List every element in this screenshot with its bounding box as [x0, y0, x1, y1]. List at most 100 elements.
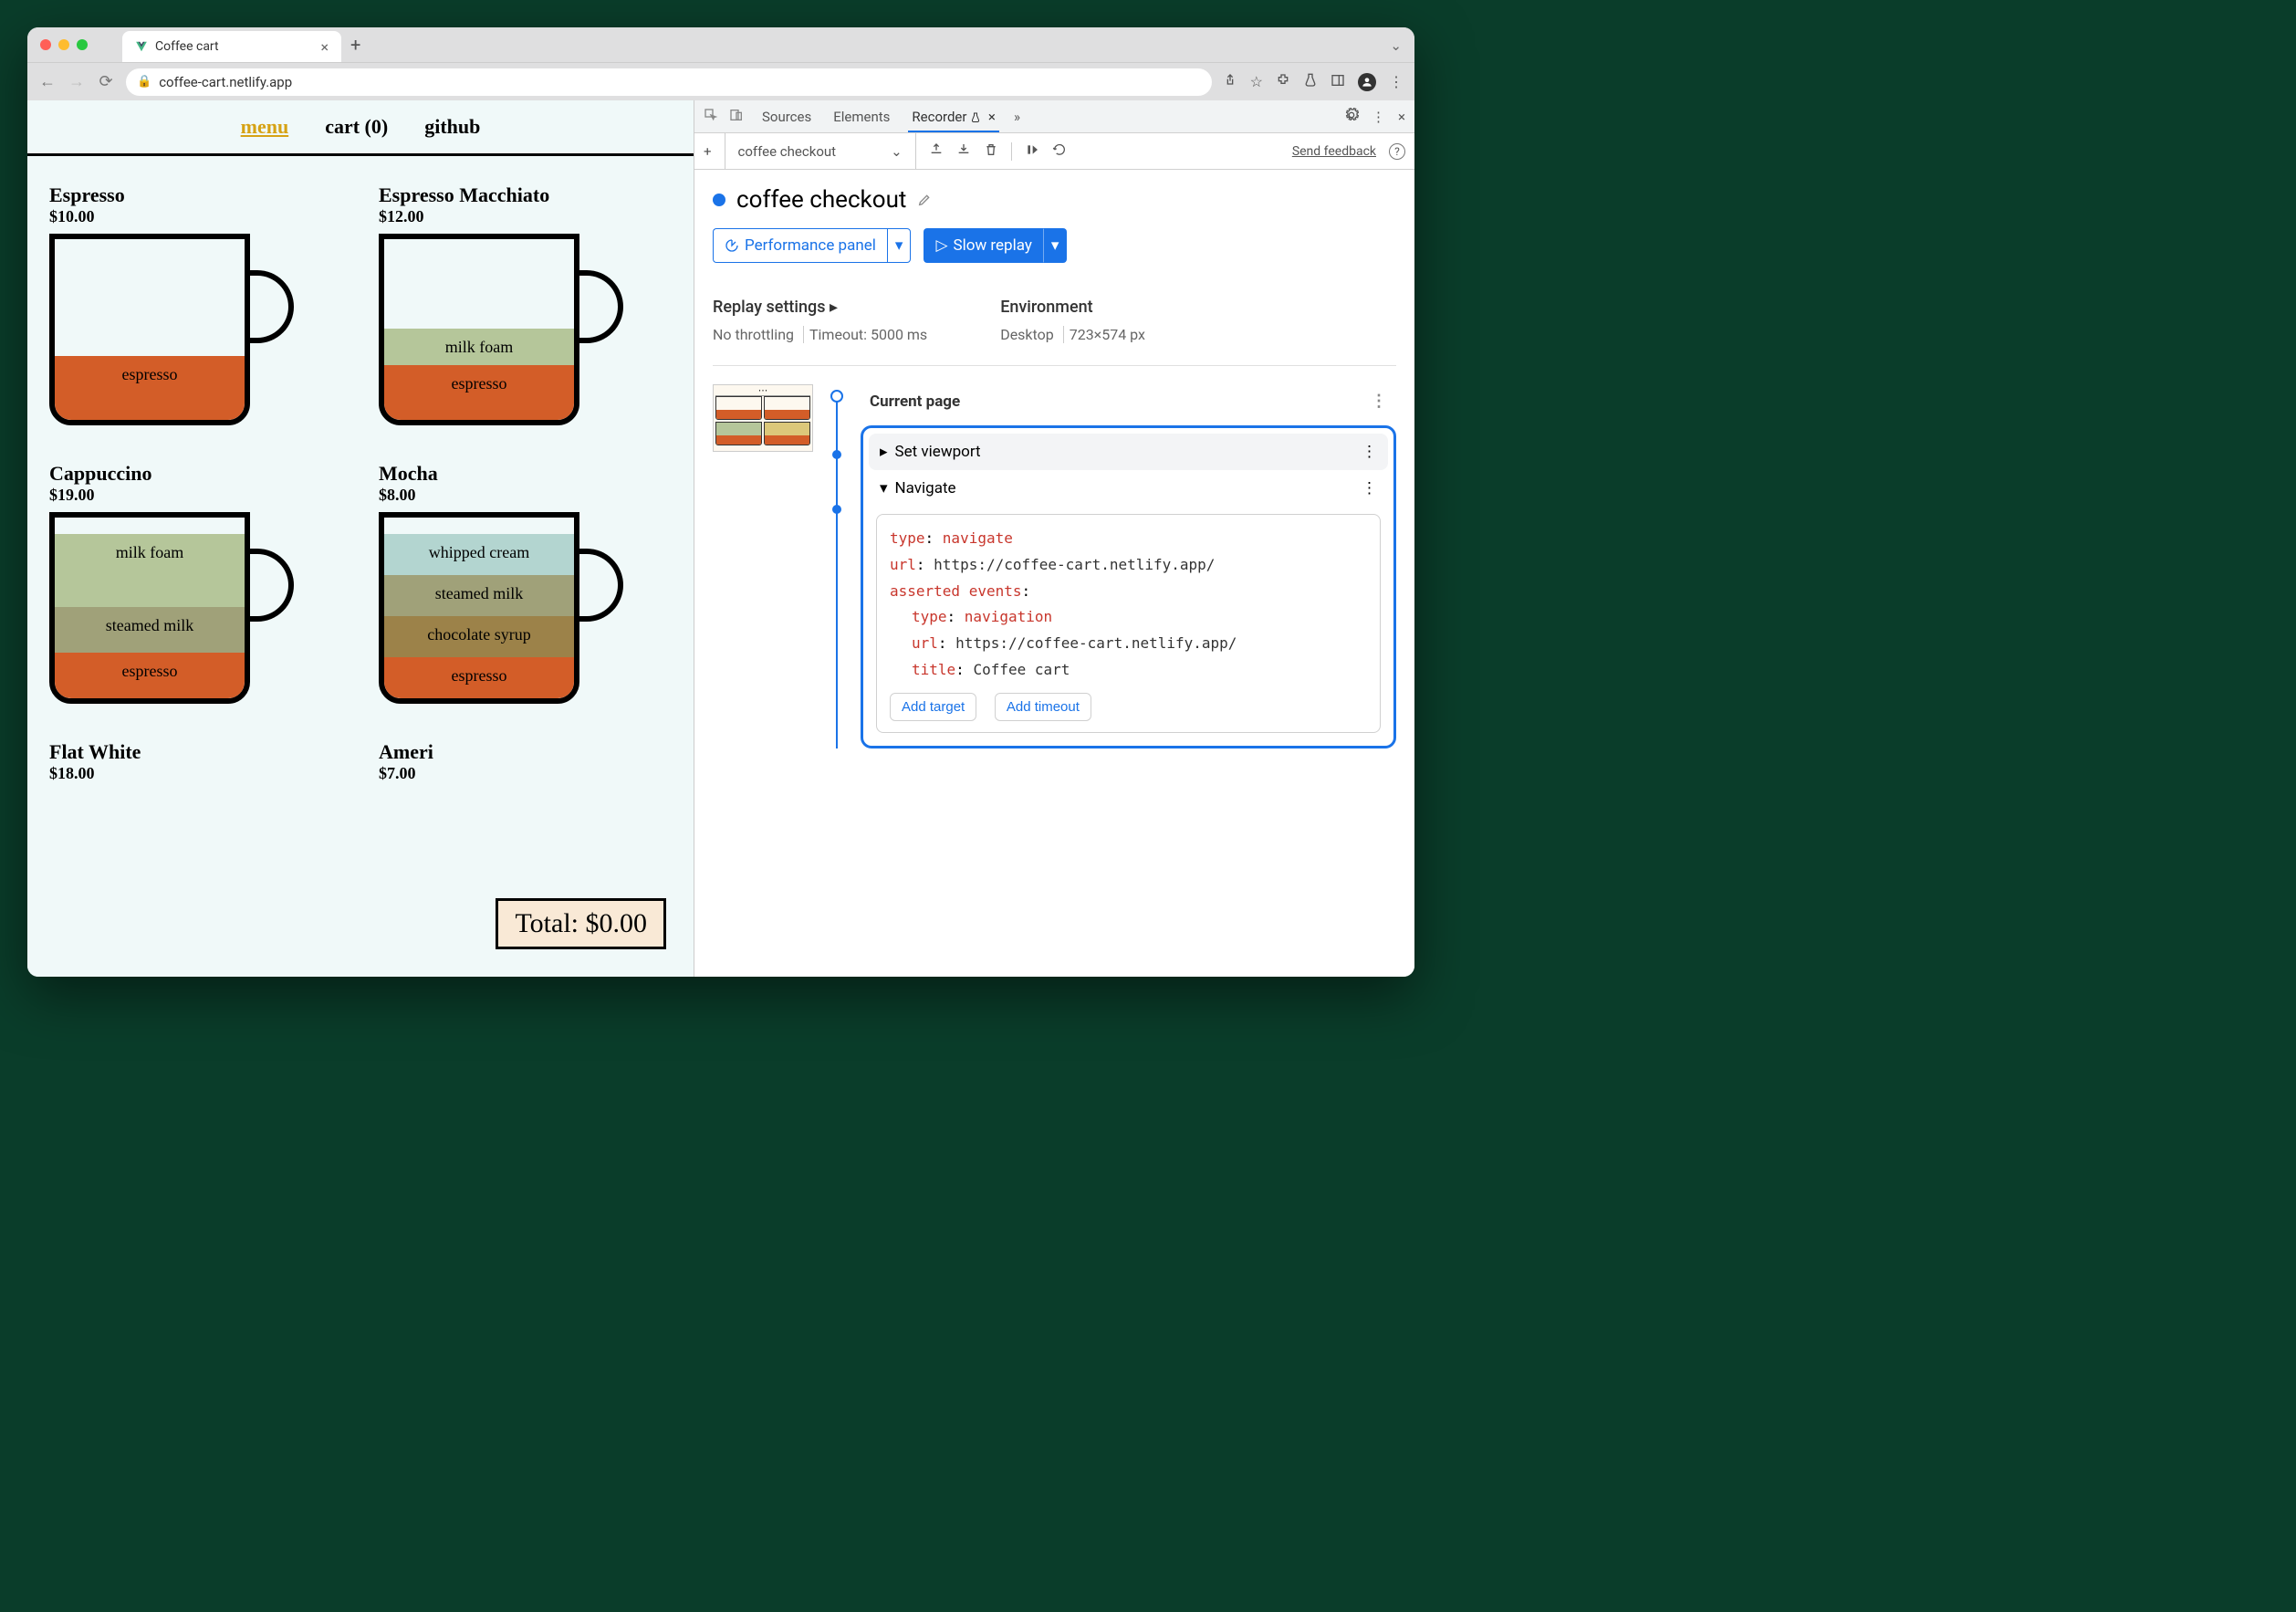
product-price: $10.00 — [49, 207, 342, 226]
product-name: Espresso — [49, 183, 342, 207]
devtools-menu-icon[interactable]: ⋮ — [1372, 109, 1385, 125]
nav-cart[interactable]: cart (0) — [325, 115, 388, 139]
sidepanel-icon[interactable] — [1331, 73, 1345, 91]
close-tab-icon[interactable]: × — [320, 38, 329, 56]
url-input[interactable]: 🔒 coffee-cart.netlify.app — [126, 68, 1212, 96]
inspect-icon[interactable] — [704, 108, 718, 126]
env-device: Desktop — [1000, 326, 1054, 343]
nav-menu[interactable]: menu — [241, 115, 289, 139]
page-content: menu cart (0) github Espresso $10.00 esp… — [27, 100, 694, 977]
product-espresso[interactable]: Espresso $10.00 espresso — [49, 183, 342, 434]
product-price: $18.00 — [49, 764, 342, 783]
minimize-window-button[interactable] — [58, 39, 69, 50]
product-price: $7.00 — [379, 764, 672, 783]
layer-steamed: steamed milk — [384, 575, 574, 616]
recorder-toolbar: + coffee checkout ⌄ Send feedback ? — [694, 133, 1414, 170]
maximize-window-button[interactable] — [77, 39, 88, 50]
status-dot-icon — [713, 194, 725, 206]
tabs-dropdown-icon[interactable]: ⌄ — [1390, 37, 1402, 54]
timeline — [828, 384, 846, 748]
export-icon[interactable] — [929, 142, 944, 161]
delete-icon[interactable] — [984, 142, 998, 161]
product-americano[interactable]: Ameri $7.00 — [379, 740, 672, 790]
new-recording-icon[interactable]: + — [704, 143, 712, 160]
browser-tab[interactable]: Coffee cart × — [122, 31, 341, 62]
recording-title-text: coffee checkout — [736, 186, 906, 214]
step-menu-icon[interactable]: ⋮ — [1362, 443, 1377, 461]
product-price: $19.00 — [49, 486, 342, 505]
step-set-viewport[interactable]: ▸ Set viewport ⋮ — [869, 434, 1388, 470]
tab-recorder[interactable]: Recorder × — [908, 109, 999, 132]
layer-espresso: espresso — [384, 657, 574, 698]
profile-avatar[interactable] — [1358, 73, 1376, 91]
product-flatwhite[interactable]: Flat White $18.00 — [49, 740, 342, 790]
chrome-menu-icon[interactable]: ⋮ — [1389, 73, 1404, 90]
devtools-panel: Sources Elements Recorder × » ⋮ × + coff… — [694, 100, 1414, 977]
performance-panel-button[interactable]: Performance panel ▾ — [713, 228, 911, 263]
more-tabs-icon[interactable]: » — [1014, 109, 1020, 125]
edit-title-icon[interactable] — [917, 186, 932, 214]
perf-dropdown-icon[interactable]: ▾ — [887, 228, 912, 263]
step-navigate[interactable]: ▾ Navigate ⋮ — [869, 470, 1388, 507]
layer-milkfoam: milk foam — [384, 329, 574, 365]
layer-espresso: espresso — [384, 365, 574, 420]
chevron-down-icon: ⌄ — [891, 143, 903, 160]
back-button[interactable]: ← — [38, 72, 57, 91]
devtools-tabs: Sources Elements Recorder × » ⋮ × — [694, 100, 1414, 133]
add-timeout-button[interactable]: Add timeout — [995, 693, 1091, 721]
bookmark-icon[interactable]: ☆ — [1250, 73, 1263, 90]
replay-settings-header[interactable]: Replay settings ▸ — [713, 298, 927, 317]
env-size: 723×574 px — [1070, 326, 1145, 343]
recording-name: coffee checkout — [738, 143, 837, 160]
step-current-page[interactable]: Current page ⋮ — [861, 384, 1396, 418]
layer-steamed: steamed milk — [55, 607, 245, 653]
cart-total[interactable]: Total: $0.00 — [496, 898, 666, 949]
browser-window: Coffee cart × + ⌄ ← → ⟳ 🔒 coffee-cart.ne… — [27, 27, 1414, 977]
url-text: coffee-cart.netlify.app — [159, 74, 292, 90]
step-over-icon[interactable] — [1025, 142, 1039, 161]
share-icon[interactable] — [1223, 73, 1237, 91]
settings-gear-icon[interactable] — [1344, 108, 1359, 126]
tab-sources[interactable]: Sources — [758, 109, 815, 125]
new-tab-button[interactable]: + — [350, 34, 360, 56]
layer-milkfoam: milk foam — [55, 534, 245, 607]
product-name: Flat White — [49, 740, 342, 764]
send-feedback-link[interactable]: Send feedback — [1292, 144, 1376, 159]
replay-dropdown-icon[interactable]: ▾ — [1043, 228, 1068, 263]
step-menu-icon[interactable]: ⋮ — [1362, 479, 1377, 497]
product-mocha[interactable]: Mocha $8.00 whipped cream steamed milk c… — [379, 462, 672, 713]
add-target-button[interactable]: Add target — [890, 693, 976, 721]
recording-title: coffee checkout — [713, 186, 1396, 214]
device-toggle-icon[interactable] — [729, 108, 744, 126]
product-name: Cappuccino — [49, 462, 342, 486]
throttling-value: No throttling — [713, 326, 794, 343]
reload-button[interactable]: ⟳ — [97, 72, 115, 91]
step-thumbnail[interactable]: • • • — [713, 384, 813, 452]
collapse-icon: ▾ — [880, 479, 888, 497]
tab-elements[interactable]: Elements — [830, 109, 893, 125]
expand-icon: ▸ — [880, 443, 888, 461]
labs-icon[interactable] — [1303, 73, 1318, 91]
close-recorder-icon[interactable]: × — [988, 109, 996, 125]
layer-whipped: whipped cream — [384, 534, 574, 575]
slow-replay-button[interactable]: ▷Slow replay ▾ — [924, 228, 1067, 263]
import-icon[interactable] — [956, 142, 971, 161]
help-icon[interactable]: ? — [1389, 143, 1405, 160]
close-devtools-icon[interactable]: × — [1398, 109, 1405, 125]
extensions-icon[interactable] — [1276, 73, 1290, 91]
page-nav: menu cart (0) github — [27, 100, 694, 156]
forward-button[interactable]: → — [68, 72, 86, 91]
product-macchiato[interactable]: Espresso Macchiato $12.00 milk foam espr… — [379, 183, 672, 434]
close-window-button[interactable] — [40, 39, 51, 50]
layer-choc: chocolate syrup — [384, 616, 574, 657]
replay-icon[interactable] — [1052, 142, 1067, 161]
recording-selector[interactable]: coffee checkout ⌄ — [725, 133, 916, 169]
layer-espresso: espresso — [55, 356, 245, 420]
product-cappuccino[interactable]: Cappuccino $19.00 milk foam steamed milk… — [49, 462, 342, 713]
step-menu-icon[interactable]: ⋮ — [1371, 392, 1387, 411]
tab-title: Coffee cart — [155, 39, 219, 54]
timeout-value: Timeout: 5000 ms — [809, 326, 927, 343]
product-name: Espresso Macchiato — [379, 183, 672, 207]
nav-github[interactable]: github — [424, 115, 480, 139]
product-name: Ameri — [379, 740, 672, 764]
